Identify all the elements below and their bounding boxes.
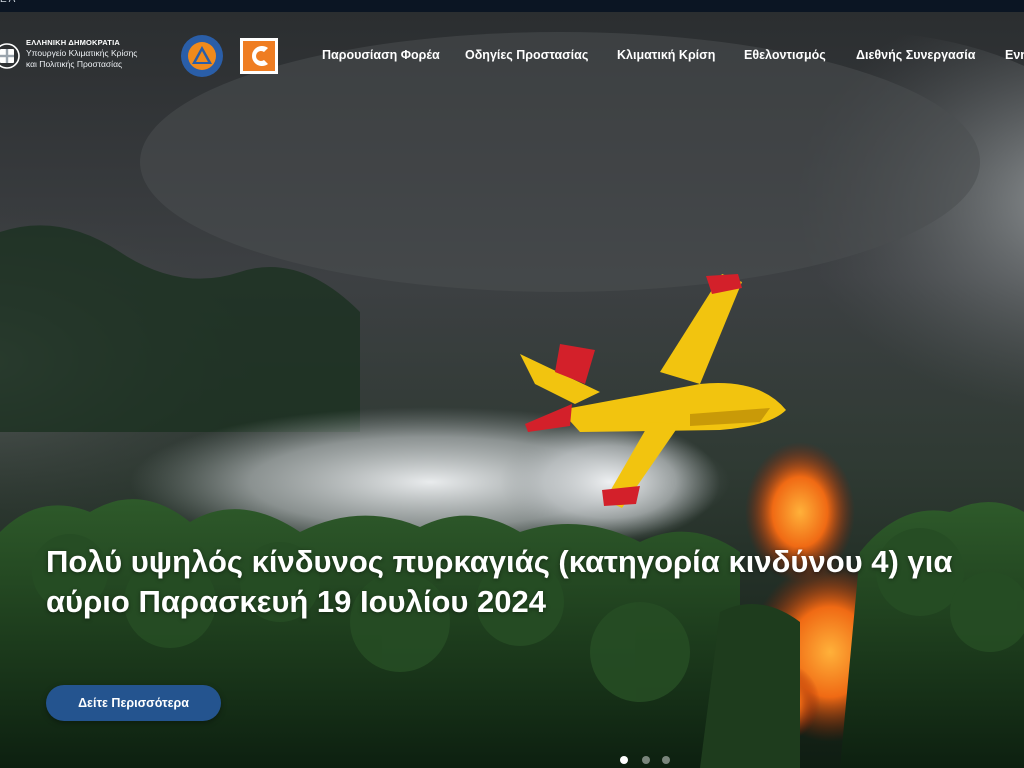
slide-dot-3[interactable] xyxy=(662,756,670,764)
civil-protection-triangle-icon[interactable] xyxy=(180,34,224,78)
greek-coat-of-arms-icon[interactable] xyxy=(0,36,20,76)
nav-item-international-cooperation[interactable]: Διεθνής Συνεργασία xyxy=(856,48,975,62)
site-header: ΕΛΛΗΝΙΚΗ ΔΗΜΟΚΡΑΤΙΑ Υπουργείο Κλιματικής… xyxy=(0,12,1024,102)
nav-item-protection-guidelines[interactable]: Οδηγίες Προστασίας xyxy=(465,48,588,62)
slide-dot-2[interactable] xyxy=(642,756,650,764)
nav-item-about[interactable]: Παρουσίαση Φορέα xyxy=(322,48,440,62)
top-utility-bar: ΕΛ xyxy=(0,0,1024,12)
gov-title: ΕΛΛΗΝΙΚΗ ΔΗΜΟΚΡΑΤΙΑ xyxy=(26,38,120,47)
ministry-line-2: και Πολιτικής Προστασίας xyxy=(26,59,123,69)
ministry-line-1: Υπουργείο Κλιματικής Κρίσης xyxy=(26,48,138,58)
hero-headline-line-1: Πολύ υψηλός κίνδυνος πυρκαγιάς (κατηγορί… xyxy=(46,544,953,579)
read-more-button[interactable]: Δείτε Περισσότερα xyxy=(46,685,221,721)
hero-headline-line-2: αύριο Παρασκευή 19 Ιουλίου 2024 xyxy=(46,584,547,619)
nav-item-volunteering[interactable]: Εθελοντισμός xyxy=(744,48,826,62)
nav-item-truncated[interactable]: Ενη xyxy=(1005,48,1024,62)
language-switch[interactable]: ΕΛ xyxy=(0,0,17,5)
hero-background-image xyxy=(0,12,1024,768)
nav-item-climate-crisis[interactable]: Κλιματική Κρίση xyxy=(617,48,715,62)
hero-headline: Πολύ υψηλός κίνδυνος πυρκαγιάς (κατηγορί… xyxy=(46,542,1024,622)
slide-dot-1[interactable] xyxy=(620,756,628,764)
ministry-c-logo-icon[interactable] xyxy=(240,38,278,74)
hero-slider xyxy=(0,12,1024,768)
ministry-branding[interactable]: ΕΛΛΗΝΙΚΗ ΔΗΜΟΚΡΑΤΙΑ Υπουργείο Κλιματικής… xyxy=(26,38,186,70)
